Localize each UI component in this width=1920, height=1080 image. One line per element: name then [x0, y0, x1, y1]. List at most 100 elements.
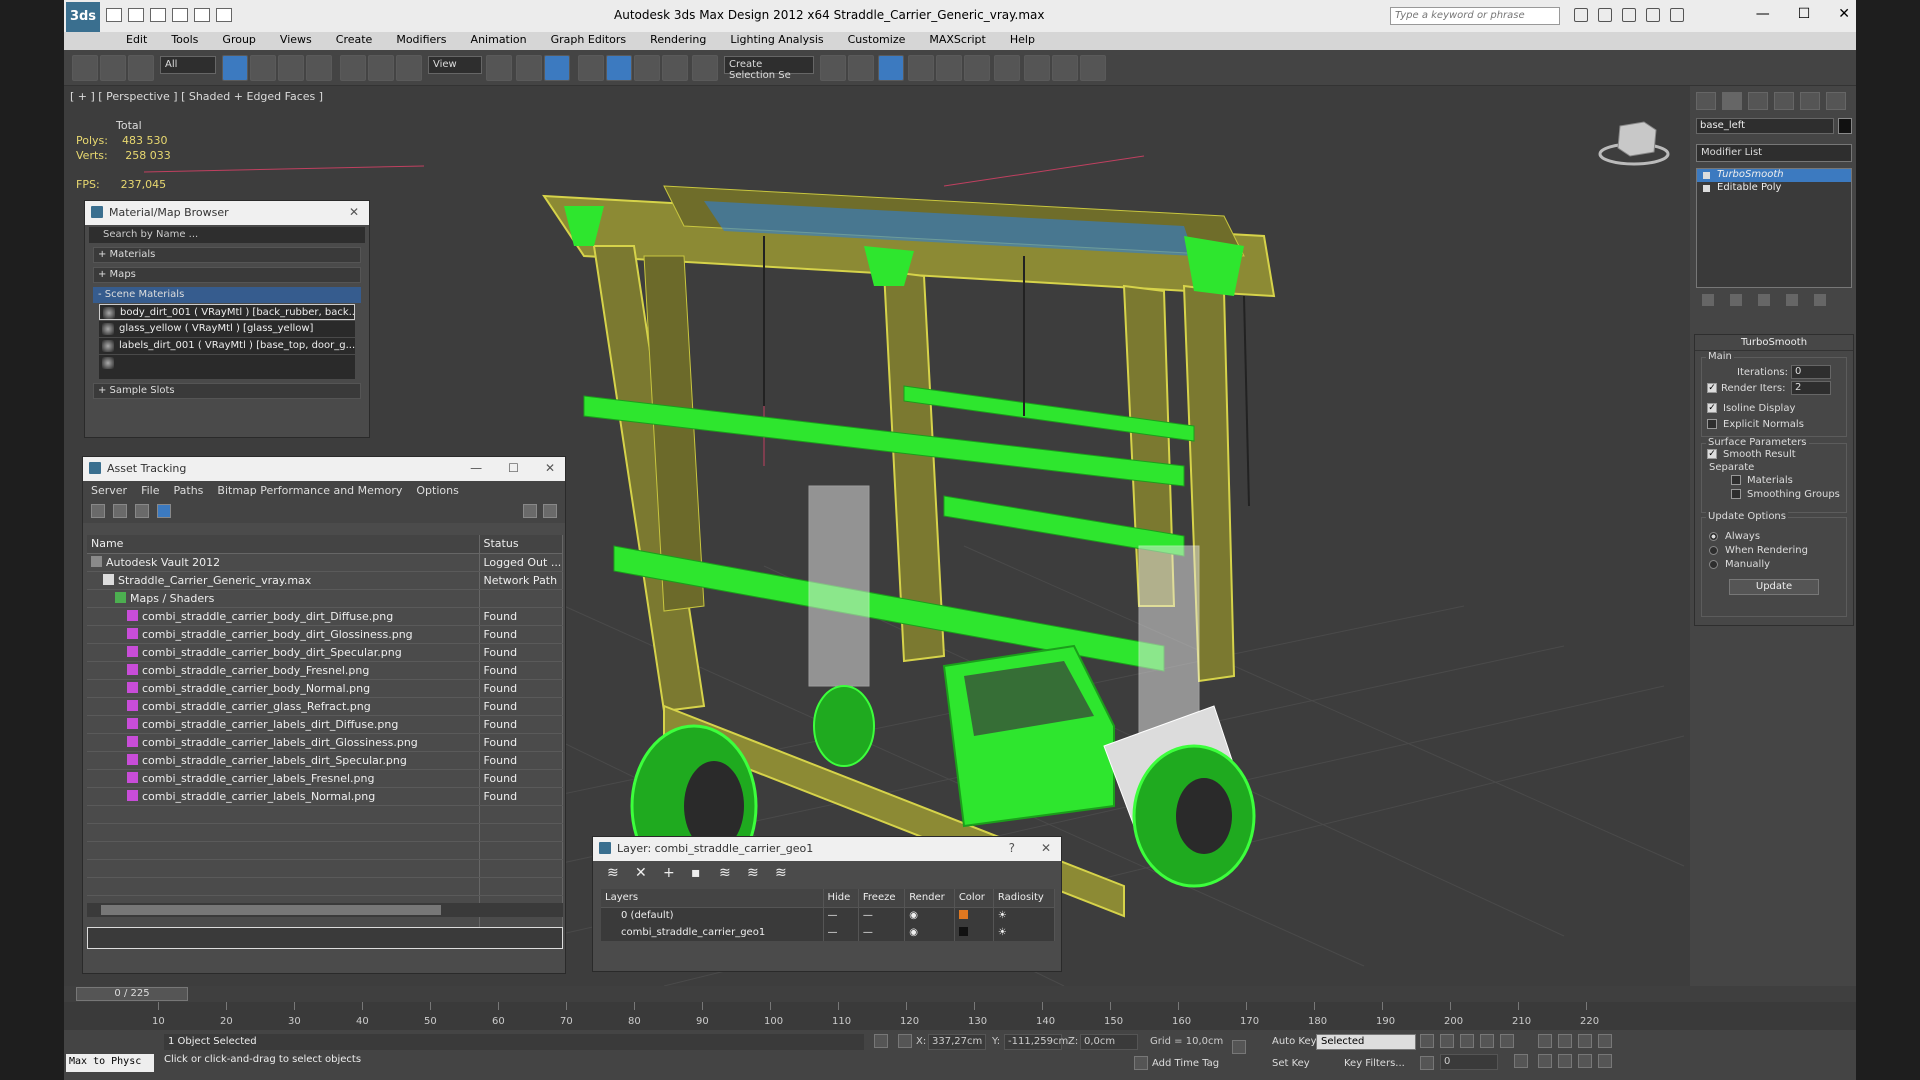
- delete-layer-icon[interactable]: ✕: [635, 866, 649, 881]
- key-filters-button[interactable]: Key Filters...: [1344, 1058, 1405, 1069]
- freeze-toggle[interactable]: —: [858, 924, 906, 941]
- column-freeze[interactable]: Freeze: [858, 889, 906, 908]
- favorites-star-icon[interactable]: [1646, 8, 1660, 22]
- asset-row[interactable]: combi_straddle_carrier_glass_Refract.png…: [87, 697, 563, 716]
- scene-material-item[interactable]: labels_dirt_001 ( VRayMtl ) [base_top, d…: [99, 338, 355, 354]
- close-button[interactable]: ✕: [545, 461, 555, 475]
- smoothing-groups-checkbox[interactable]: [1731, 489, 1741, 499]
- maximize-viewport-icon[interactable]: [1598, 1054, 1612, 1068]
- menu-rendering[interactable]: Rendering: [638, 32, 718, 50]
- asset-row[interactable]: combi_straddle_carrier_labels_dirt_Diffu…: [87, 715, 563, 734]
- asset-row[interactable]: combi_straddle_carrier_labels_dirt_Gloss…: [87, 733, 563, 752]
- time-tag-icon[interactable]: [1134, 1056, 1148, 1070]
- time-config-icon[interactable]: [1514, 1054, 1528, 1068]
- bind-space-warp-icon[interactable]: [128, 55, 154, 81]
- viewcube-icon[interactable]: [1598, 121, 1670, 166]
- menu-create[interactable]: Create: [324, 32, 385, 50]
- smooth-result-checkbox[interactable]: ✓: [1707, 449, 1717, 459]
- named-selection-set-dropdown[interactable]: Create Selection Se: [724, 56, 814, 81]
- when-rendering-radio[interactable]: [1709, 546, 1718, 555]
- play-icon[interactable]: [1460, 1034, 1474, 1048]
- goto-start-icon[interactable]: [1420, 1034, 1434, 1048]
- snaps-toggle-icon[interactable]: [578, 55, 604, 81]
- close-button[interactable]: ✕: [1041, 841, 1051, 855]
- material-editor-icon[interactable]: [994, 55, 1020, 81]
- layer-row[interactable]: 0 (default) — — ◉ ☀: [601, 907, 1056, 924]
- select-and-link-icon[interactable]: [72, 55, 98, 81]
- edit-named-selection-icon[interactable]: [692, 55, 718, 81]
- object-name-field[interactable]: base_left: [1696, 118, 1834, 134]
- straddle-carrier-model[interactable]: [542, 185, 1276, 918]
- show-end-result-icon[interactable]: [1730, 294, 1742, 306]
- schematic-view-icon[interactable]: [964, 55, 990, 81]
- group-maps[interactable]: + Maps: [93, 267, 361, 283]
- utilities-tab-icon[interactable]: [1826, 92, 1846, 110]
- asset-name-cell[interactable]: combi_straddle_carrier_labels_dirt_Gloss…: [87, 733, 480, 752]
- auto-key-button[interactable]: Auto Key: [1272, 1036, 1317, 1047]
- tree-view-icon[interactable]: [135, 504, 149, 518]
- curve-editor-icon[interactable]: [936, 55, 962, 81]
- create-layer-icon[interactable]: ≋: [607, 866, 621, 881]
- stack-item-editable-poly[interactable]: Editable Poly: [1697, 182, 1851, 195]
- minimize-button[interactable]: —: [1756, 6, 1770, 22]
- menu-lighting-analysis[interactable]: Lighting Analysis: [718, 32, 835, 50]
- hide-all-icon[interactable]: ≋: [747, 866, 761, 881]
- render-teapot-icon[interactable]: ◉: [904, 924, 955, 941]
- orbit-icon[interactable]: [1578, 1054, 1592, 1068]
- menu-customize[interactable]: Customize: [836, 32, 918, 50]
- selection-filter-dropdown[interactable]: All: [160, 56, 216, 74]
- group-scene-materials[interactable]: - Scene Materials: [93, 287, 361, 303]
- render-iters-checkbox[interactable]: ✓: [1707, 383, 1717, 393]
- hide-toggle[interactable]: —: [823, 924, 859, 941]
- vault-icon[interactable]: [523, 504, 537, 518]
- asset-name-cell[interactable]: combi_straddle_carrier_body_Fresnel.png: [87, 661, 480, 680]
- add-to-layer-icon[interactable]: +: [663, 866, 677, 881]
- z-coordinate-field[interactable]: 0,0cm: [1080, 1034, 1138, 1050]
- asset-row[interactable]: combi_straddle_carrier_labels_Normal.png…: [87, 787, 563, 806]
- layer-color-swatch[interactable]: [954, 907, 994, 924]
- help-icon[interactable]: [543, 504, 557, 518]
- render-teapot-icon[interactable]: ◉: [904, 907, 955, 924]
- pivot-center-icon[interactable]: [486, 55, 512, 81]
- reference-coordinate-dropdown[interactable]: View: [428, 56, 482, 74]
- key-mode-icon[interactable]: [1420, 1056, 1434, 1070]
- open-icon[interactable]: [128, 8, 144, 22]
- app-logo[interactable]: 3ds: [66, 2, 100, 32]
- object-color-swatch[interactable]: [1838, 118, 1852, 134]
- zoom-all-icon[interactable]: [1558, 1034, 1572, 1048]
- window-crossing-icon[interactable]: [306, 55, 332, 81]
- asset-name-cell[interactable]: combi_straddle_carrier_labels_Fresnel.pn…: [87, 769, 480, 788]
- save-icon[interactable]: [150, 8, 166, 22]
- column-layers[interactable]: Layers: [601, 889, 824, 908]
- move-icon[interactable]: [340, 55, 366, 81]
- viewport-label[interactable]: [ + ] [ Perspective ] [ Shaded + Edged F…: [70, 90, 323, 103]
- maximize-button[interactable]: ☐: [508, 461, 519, 475]
- asset-tracking-titlebar[interactable]: Asset Tracking — ☐ ✕: [83, 457, 565, 481]
- menu-views[interactable]: Views: [268, 32, 324, 50]
- communication-icon[interactable]: [1622, 8, 1636, 22]
- scene-material-item[interactable]: glass_yellow ( VRayMtl ) [glass_yellow]: [99, 321, 355, 337]
- render-iters-spinner[interactable]: 2: [1791, 381, 1831, 395]
- hierarchy-tab-icon[interactable]: [1748, 92, 1768, 110]
- manipulate-icon[interactable]: [516, 55, 542, 81]
- layer-manager-icon[interactable]: [878, 55, 904, 81]
- pin-stack-icon[interactable]: [1702, 294, 1714, 306]
- remove-modifier-icon[interactable]: [1786, 294, 1798, 306]
- add-time-tag-button[interactable]: Add Time Tag: [1152, 1058, 1219, 1069]
- select-in-layer-icon[interactable]: ▪: [691, 866, 705, 881]
- asset-name-cell[interactable]: Straddle_Carrier_Generic_vray.max: [87, 571, 480, 590]
- time-slider-knob[interactable]: 0 / 225: [76, 987, 188, 1001]
- current-frame-field[interactable]: 0: [1440, 1054, 1498, 1070]
- asset-row[interactable]: Straddle_Carrier_Generic_vray.max Network…: [87, 571, 563, 590]
- redo-icon[interactable]: [194, 8, 210, 22]
- explicit-normals-checkbox[interactable]: [1707, 419, 1717, 429]
- asset-name-cell[interactable]: Maps / Shaders: [87, 589, 480, 608]
- menu-paths[interactable]: Paths: [174, 484, 204, 498]
- subscription-icon[interactable]: [1598, 8, 1612, 22]
- close-button[interactable]: ✕: [349, 205, 359, 219]
- asset-name-cell[interactable]: combi_straddle_carrier_labels_dirt_Specu…: [87, 751, 480, 770]
- asset-row[interactable]: combi_straddle_carrier_body_dirt_Diffuse…: [87, 607, 563, 626]
- zoom-icon[interactable]: [1538, 1034, 1552, 1048]
- menu-graph-editors[interactable]: Graph Editors: [539, 32, 639, 50]
- next-frame-icon[interactable]: [1480, 1034, 1494, 1048]
